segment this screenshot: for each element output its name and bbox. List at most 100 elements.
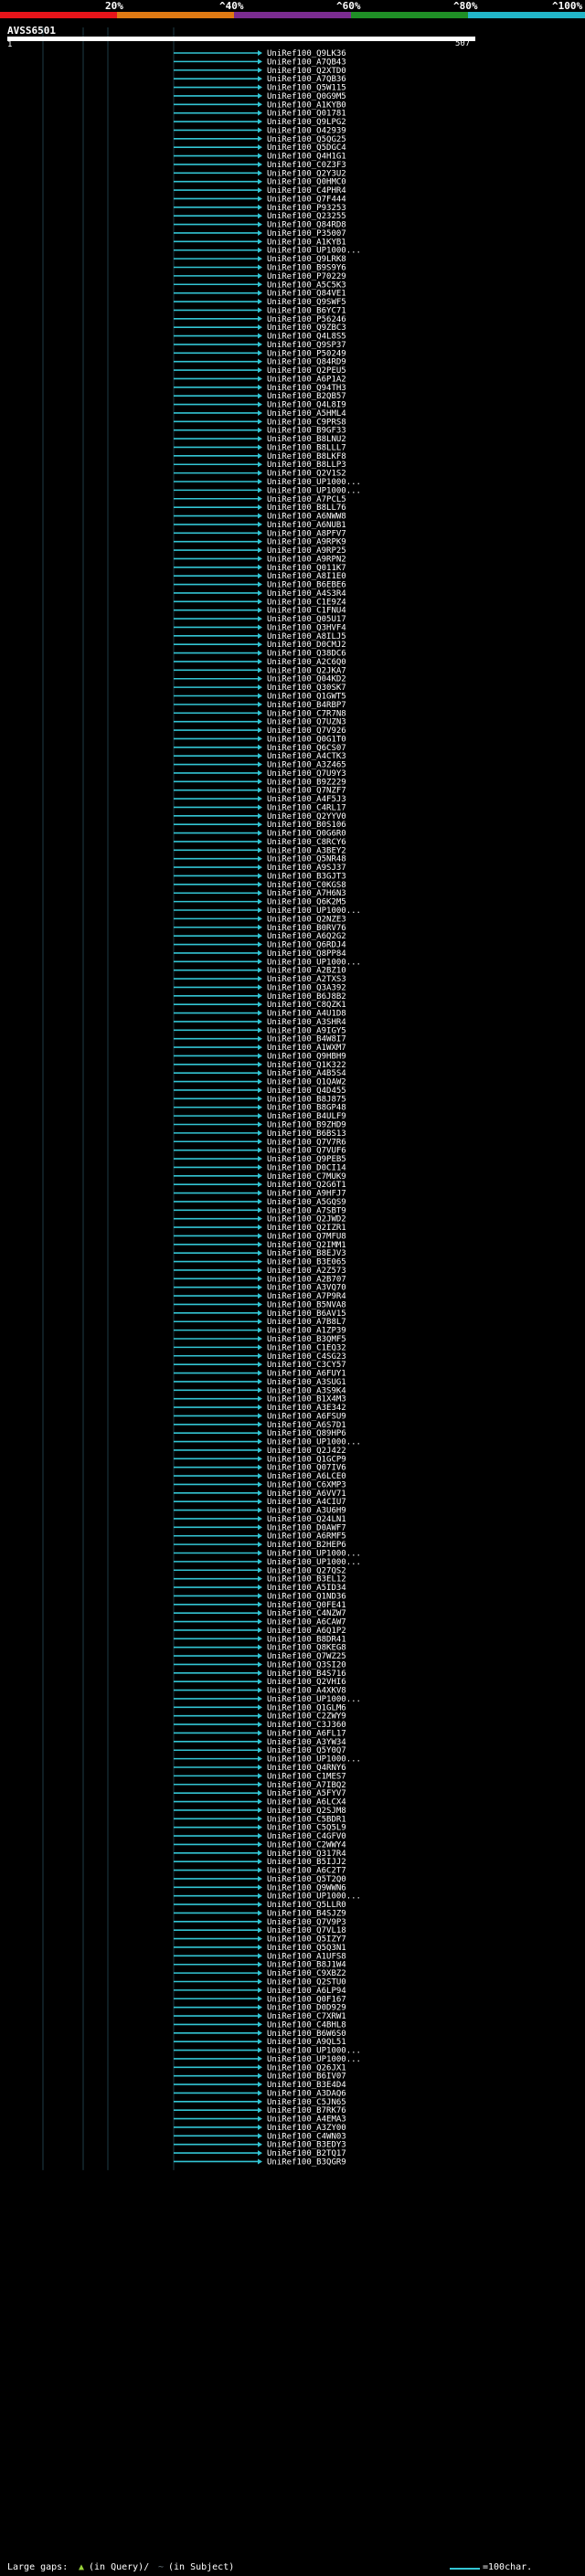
hit-arrow-icon (258, 1884, 262, 1891)
hit-arrow-icon (258, 1473, 262, 1479)
hit-arrow-icon (258, 761, 262, 768)
hit-arrow-icon (258, 1267, 262, 1273)
hit-arrow-icon (258, 727, 262, 734)
hit-arrow-icon (258, 401, 262, 408)
hit-arrow-icon (258, 1790, 262, 1797)
hit-arrow-icon (258, 1524, 262, 1531)
hit-arrow-icon (258, 1438, 262, 1445)
hit-arrow-icon (258, 1902, 262, 1908)
hit-arrow-icon (258, 1113, 262, 1119)
hit-arrow-icon (258, 1687, 262, 1693)
hit-arrow-icon (258, 444, 262, 451)
hit-arrow-icon (258, 264, 262, 270)
hit-arrow-icon (258, 949, 262, 956)
hit-arrow-icon (258, 350, 262, 356)
hit-arrow-icon (258, 1456, 262, 1462)
hit-arrow-icon (258, 1215, 262, 1222)
hit-arrow-icon (258, 1841, 262, 1848)
hit-arrow-icon (258, 1918, 262, 1924)
hit-arrow-icon (258, 1293, 262, 1299)
hit-arrow-icon (258, 1944, 262, 1950)
hit-arrow-icon (258, 196, 262, 202)
hit-arrow-icon (258, 1507, 262, 1513)
hit-arrow-icon (258, 1953, 262, 1959)
hit-arrow-icon (258, 538, 262, 545)
hit-arrow-icon (258, 898, 262, 905)
hit-arrow-icon (258, 573, 262, 579)
hit-label[interactable]: UniRef100_B3QGR9 (267, 2157, 346, 2167)
hit-arrow-icon (258, 290, 262, 296)
hit-arrow-icon (258, 1464, 262, 1470)
hit-arrow-icon (258, 1978, 262, 1985)
hit-arrow-icon (258, 1765, 262, 1770)
hit-arrow-icon (258, 1601, 262, 1607)
hit-arrow-icon (258, 119, 262, 125)
hit-arrow-icon (258, 135, 262, 142)
hit-arrow-icon (258, 1636, 262, 1642)
hit-arrow-icon (258, 1327, 262, 1333)
hit-arrow-icon (258, 924, 262, 930)
hit-arrow-icon (258, 1653, 262, 1659)
hit-arrow-icon (258, 1336, 262, 1341)
large-gaps-label: Large gaps: (7, 2562, 69, 2572)
hit-arrow-icon (258, 333, 262, 339)
hit-row[interactable]: UniRef100_B3QGR9 (174, 2157, 346, 2167)
hit-arrow-icon (258, 187, 262, 194)
hit-arrow-icon (258, 1070, 262, 1076)
hit-arrow-icon (258, 427, 262, 433)
hit-arrow-icon (258, 1044, 262, 1051)
query-bar (7, 37, 475, 41)
hit-arrow-icon (258, 1241, 262, 1247)
hit-arrow-icon (258, 607, 262, 613)
hit-arrow-icon (258, 1362, 262, 1368)
hit-arrow-icon (258, 1833, 262, 1839)
hit-arrow-icon (258, 812, 262, 819)
query-end-position: 507 (455, 39, 471, 48)
hit-arrow-icon (258, 830, 262, 836)
hit-arrow-icon (258, 239, 262, 245)
hit-arrow-icon (258, 838, 262, 844)
hit-arrow-icon (258, 161, 262, 167)
hit-arrow-icon (258, 1164, 262, 1171)
hit-arrow-icon (258, 213, 262, 219)
hit-arrow-icon (258, 58, 262, 65)
hit-arrow-icon (258, 1679, 262, 1685)
hit-arrow-icon (258, 667, 262, 673)
hit-arrow-icon (258, 753, 262, 759)
hit-arrow-icon (258, 624, 262, 631)
hit-arrow-icon (258, 1233, 262, 1239)
hit-arrow-icon (258, 1935, 262, 1942)
hit-arrow-icon (258, 436, 262, 442)
hit-arrow-icon (258, 581, 262, 588)
hit-arrow-icon (258, 1387, 262, 1394)
hit-arrow-icon (258, 1395, 262, 1402)
hit-arrow-icon (258, 1670, 262, 1676)
hit-arrow-icon (258, 1755, 262, 1762)
hit-arrow-icon (258, 1996, 262, 2002)
hit-arrow-icon (258, 530, 262, 536)
hit-arrow-icon (258, 1892, 262, 1899)
hit-arrow-icon (258, 855, 262, 862)
hit-arrow-icon (258, 1481, 262, 1488)
hit-arrow-icon (258, 1027, 262, 1034)
hit-arrow-icon (258, 804, 262, 811)
hit-arrow-icon (258, 1129, 262, 1136)
hit-arrow-icon (258, 367, 262, 374)
hit-arrow-icon (258, 358, 262, 365)
hit-arrow-icon (258, 589, 262, 596)
hit-arrow-icon (258, 1087, 262, 1093)
hit-arrow-icon (258, 1061, 262, 1067)
hit-arrow-icon (258, 1370, 262, 1376)
hit-arrow-icon (258, 2090, 262, 2096)
hit-arrow-icon (258, 1807, 262, 1813)
hit-arrow-icon (258, 1850, 262, 1856)
hit-arrow-icon (258, 1344, 262, 1351)
hit-arrow-icon (258, 2115, 262, 2122)
hit-arrow-icon (258, 281, 262, 288)
hit-arrow-icon (258, 1798, 262, 1805)
hit-arrow-icon (258, 50, 262, 56)
alignment-plot: UniRef100_Q9LK36UniRef100_A7QB43UniRef10… (42, 27, 361, 2170)
hit-arrow-icon (258, 376, 262, 382)
hit-arrow-icon (258, 1405, 262, 1411)
hit-arrow-icon (258, 1207, 262, 1214)
